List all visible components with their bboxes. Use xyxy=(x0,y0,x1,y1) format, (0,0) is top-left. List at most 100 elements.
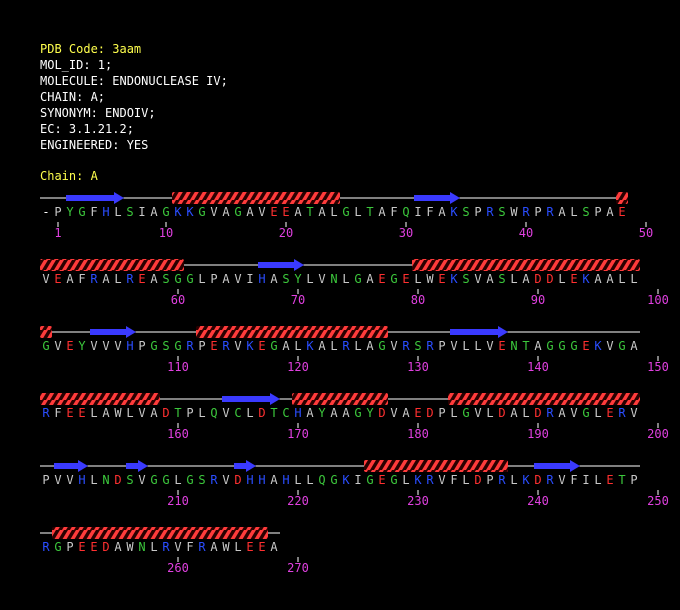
residue-letter: G xyxy=(354,272,361,286)
residue-letter: A xyxy=(150,272,158,286)
residue-letter: R xyxy=(42,540,50,554)
residue-letter: V xyxy=(474,406,481,420)
residue-letter: A xyxy=(402,406,410,420)
strand-arrow xyxy=(234,460,256,472)
residue-letter: D xyxy=(498,406,505,420)
residue-letter: R xyxy=(186,339,194,353)
residue-letter: L xyxy=(306,473,313,487)
residue-letter: E xyxy=(414,406,421,420)
residue-letter: P xyxy=(210,272,217,286)
residue-letter: D xyxy=(534,272,541,286)
residue-letter: V xyxy=(42,272,49,286)
residue-letter: A xyxy=(366,339,374,353)
residue-letter: E xyxy=(210,339,217,353)
residue-letter: A xyxy=(294,205,302,219)
residue-letter: V xyxy=(438,473,445,487)
residue-letter: G xyxy=(570,339,577,353)
residue-letter: G xyxy=(582,406,589,420)
residue-letter: A xyxy=(438,205,446,219)
residue-letter: K xyxy=(174,205,182,219)
residue-letter: E xyxy=(270,205,277,219)
residue-letter: T xyxy=(174,406,181,420)
residue-letter: W xyxy=(222,540,230,554)
residue-letter: L xyxy=(198,272,205,286)
residue-number: 10 xyxy=(159,226,173,240)
residue-letter: H xyxy=(102,205,109,219)
residue-letter: S xyxy=(282,272,289,286)
sequence-row: RFEELAWLVADTPLQVCLDTCHAYAAGYDVAEDPLGVLDA… xyxy=(40,393,669,441)
residue-letter: I xyxy=(414,205,421,219)
residue-letter: D xyxy=(534,406,541,420)
residue-letter: E xyxy=(90,540,97,554)
residue-letter: G xyxy=(54,540,61,554)
residue-letter: L xyxy=(294,339,301,353)
strand-arrow xyxy=(414,192,460,204)
residue-letter: A xyxy=(318,339,326,353)
residue-letter: R xyxy=(402,339,410,353)
residue-letter: W xyxy=(426,272,434,286)
residue-letter: L xyxy=(306,272,313,286)
residue-letter: P xyxy=(138,339,145,353)
residue-letter: G xyxy=(270,339,277,353)
residue-letter: R xyxy=(42,406,50,420)
residue-letter: G xyxy=(390,272,397,286)
residue-letter: A xyxy=(606,205,614,219)
helix-segment xyxy=(364,460,508,472)
residue-letter: V xyxy=(630,406,637,420)
residue-letter: R xyxy=(222,339,230,353)
residue-letter: R xyxy=(618,406,626,420)
residue-number: 140 xyxy=(527,360,549,374)
residue-number: 120 xyxy=(287,360,309,374)
residue-letter: L xyxy=(330,339,337,353)
residue-letter: E xyxy=(258,540,265,554)
residue-letter: E xyxy=(402,272,409,286)
residue-letter: V xyxy=(474,272,481,286)
residue-letter: R xyxy=(210,473,218,487)
residue-letter: E xyxy=(258,339,265,353)
residue-letter: D xyxy=(114,473,121,487)
residue-letter: I xyxy=(354,473,361,487)
residue-letter: L xyxy=(486,406,493,420)
residue-letter: N xyxy=(102,473,109,487)
residue-letter: Q xyxy=(318,473,325,487)
residue-letter: R xyxy=(126,272,134,286)
residue-letter: A xyxy=(366,272,374,286)
residue-letter: G xyxy=(366,473,373,487)
helix-segment xyxy=(40,393,160,405)
residue-letter: E xyxy=(606,406,613,420)
residue-letter: Y xyxy=(294,272,302,286)
residue-letter: P xyxy=(54,205,61,219)
residue-letter: S xyxy=(414,339,421,353)
residue-letter: T xyxy=(618,473,625,487)
helix-segment xyxy=(196,326,388,338)
residue-letter: G xyxy=(390,473,397,487)
residue-letter: D xyxy=(534,473,541,487)
residue-letter: A xyxy=(150,406,158,420)
residue-number: 110 xyxy=(167,360,189,374)
residue-letter: F xyxy=(426,205,433,219)
residue-letter: A xyxy=(102,272,110,286)
residue-letter: G xyxy=(174,272,181,286)
residue-letter: S xyxy=(498,272,505,286)
residue-letter: A xyxy=(594,272,602,286)
helix-segment xyxy=(40,259,184,271)
residue-letter: G xyxy=(330,473,337,487)
residue-letter: G xyxy=(186,272,193,286)
residue-letter: T xyxy=(306,205,313,219)
residue-letter: L xyxy=(198,406,205,420)
residue-letter: W xyxy=(126,540,134,554)
residue-letter: G xyxy=(618,339,625,353)
residue-letter: W xyxy=(510,205,518,219)
residue-letter: R xyxy=(162,540,170,554)
sequence-row: R G P E E D A W N L R V F R A W L E E A260 270 xyxy=(40,527,309,575)
residue-letter: L xyxy=(594,406,601,420)
residue-number: 130 xyxy=(407,360,429,374)
residue-letter: R xyxy=(522,205,530,219)
residue-letter: V xyxy=(54,339,61,353)
residue-letter: E xyxy=(498,339,505,353)
residue-letter: P xyxy=(594,205,601,219)
strand-arrow xyxy=(534,460,580,472)
residue-letter: L xyxy=(126,406,133,420)
residue-letter: E xyxy=(378,473,385,487)
residue-letter: L xyxy=(558,272,565,286)
